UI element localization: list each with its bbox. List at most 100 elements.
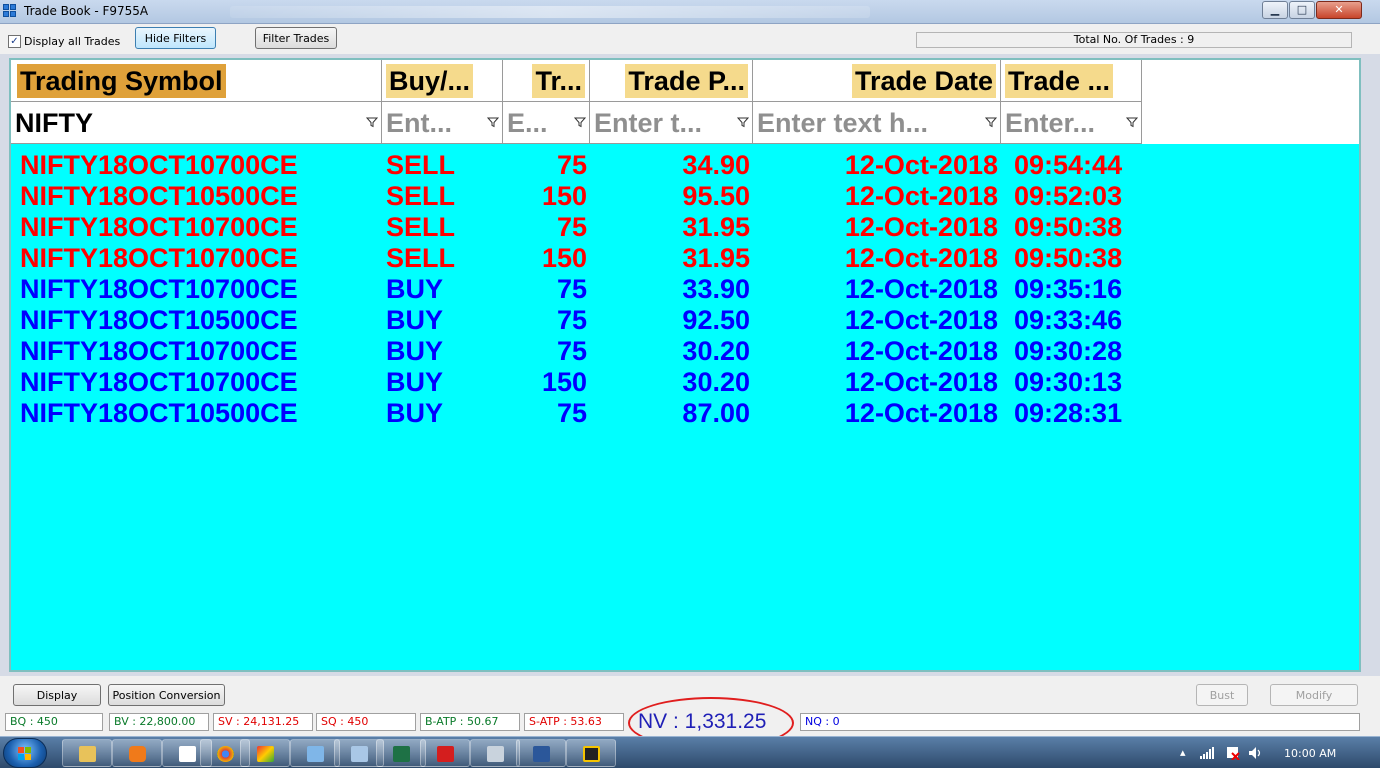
word-icon xyxy=(533,746,550,762)
filter-trade-qty[interactable]: E... xyxy=(503,102,590,144)
folder-icon xyxy=(79,746,96,762)
funnel-icon[interactable] xyxy=(487,116,499,128)
status-satp: S-ATP : 53.63 xyxy=(524,713,624,731)
column-label: Tr... xyxy=(532,64,585,98)
acrobat-icon xyxy=(437,746,454,762)
funnel-icon[interactable] xyxy=(737,116,749,128)
column-header-trade-date[interactable]: Trade Date xyxy=(753,60,1001,102)
chart-app-icon xyxy=(583,746,600,762)
display-button[interactable]: Display xyxy=(13,684,101,706)
modify-button[interactable]: Modify xyxy=(1270,684,1358,706)
blurred-title-area xyxy=(230,6,870,18)
minimize-button[interactable]: ▁ xyxy=(1262,1,1288,19)
app-icon xyxy=(3,4,18,19)
cell-price: 30.20 xyxy=(682,336,750,366)
funnel-icon[interactable] xyxy=(574,116,586,128)
table-row[interactable]: NIFTY18OCT10500CE BUY 75 87.00 12-Oct-20… xyxy=(11,398,1359,429)
cell-price: 30.20 xyxy=(682,367,750,397)
filter-buy-sell[interactable]: Ent... xyxy=(382,102,503,144)
title-bar: Trade Book - F9755A ▁ □ ✕ xyxy=(0,0,1380,24)
taskbar-acrobat[interactable] xyxy=(420,739,470,767)
filter-trade-time[interactable]: Enter... xyxy=(1001,102,1142,144)
cell-time: 09:52:03 xyxy=(1014,181,1123,211)
table-row[interactable]: NIFTY18OCT10500CE BUY 75 92.50 12-Oct-20… xyxy=(11,305,1359,336)
cell-qty: 150 xyxy=(541,181,587,211)
taskbar-explorer[interactable] xyxy=(62,739,112,767)
hide-filters-button[interactable]: Hide Filters xyxy=(135,27,216,49)
funnel-icon[interactable] xyxy=(366,116,378,128)
cell-price: 87.00 xyxy=(682,398,750,428)
filter-value[interactable]: NIFTY xyxy=(15,106,93,140)
filter-placeholder[interactable]: Ent... xyxy=(386,106,452,140)
clock[interactable]: 10:00 AM xyxy=(1284,747,1336,760)
signal-icon[interactable] xyxy=(1200,747,1214,759)
table-row[interactable]: NIFTY18OCT10700CE SELL 150 31.95 12-Oct-… xyxy=(11,243,1359,274)
table-row[interactable]: NIFTY18OCT10700CE BUY 75 30.20 12-Oct-20… xyxy=(11,336,1359,367)
column-label: Trade Date xyxy=(851,64,996,98)
trade-grid[interactable]: Trading Symbol Buy/... Tr... Trade P... … xyxy=(9,58,1361,672)
filter-placeholder[interactable]: Enter text h... xyxy=(757,106,928,140)
cell-qty: 75 xyxy=(556,398,587,428)
position-conversion-button[interactable]: Position Conversion xyxy=(108,684,225,706)
cell-symbol: NIFTY18OCT10700CE xyxy=(20,150,298,180)
taskbar-media-player[interactable] xyxy=(112,739,162,767)
close-button[interactable]: ✕ xyxy=(1316,1,1362,19)
chrome-icon xyxy=(217,746,234,762)
column-header-trading-symbol[interactable]: Trading Symbol xyxy=(11,60,382,102)
table-row[interactable]: NIFTY18OCT10700CE BUY 150 30.20 12-Oct-2… xyxy=(11,367,1359,398)
taskbar-network[interactable] xyxy=(290,739,340,767)
grid-header: Trading Symbol Buy/... Tr... Trade P... … xyxy=(11,60,1359,144)
column-header-trade-price[interactable]: Trade P... xyxy=(590,60,753,102)
filter-trading-symbol[interactable]: NIFTY xyxy=(11,102,382,144)
table-row[interactable]: NIFTY18OCT10500CE SELL 150 95.50 12-Oct-… xyxy=(11,181,1359,212)
cell-date: 12-Oct-2018 xyxy=(844,367,998,397)
system-tray: ▴ xyxy=(1170,737,1380,768)
windows-logo-icon xyxy=(18,747,31,760)
column-header-trade-qty[interactable]: Tr... xyxy=(503,60,590,102)
bust-button[interactable]: Bust xyxy=(1196,684,1248,706)
taskbar-calculator[interactable] xyxy=(470,739,520,767)
filter-placeholder[interactable]: E... xyxy=(507,106,548,140)
cell-date: 12-Oct-2018 xyxy=(844,150,998,180)
calculator-icon xyxy=(487,746,504,762)
funnel-icon[interactable] xyxy=(985,116,997,128)
table-row[interactable]: NIFTY18OCT10700CE BUY 75 33.90 12-Oct-20… xyxy=(11,274,1359,305)
table-row[interactable]: NIFTY18OCT10700CE SELL 75 34.90 12-Oct-2… xyxy=(11,150,1359,181)
filter-placeholder[interactable]: Enter... xyxy=(1005,106,1095,140)
tray-arrow-icon[interactable]: ▴ xyxy=(1180,746,1186,759)
filter-trade-price[interactable]: Enter t... xyxy=(590,102,753,144)
filter-row: NIFTY Ent... E... Enter t... Enter text … xyxy=(11,102,1359,144)
column-label: Trade P... xyxy=(625,64,748,98)
taskbar: ▴ 10:00 AM xyxy=(0,736,1380,768)
column-header-buy-sell[interactable]: Buy/... xyxy=(382,60,503,102)
taskbar-excel[interactable] xyxy=(376,739,426,767)
cell-price: 33.90 xyxy=(682,274,750,304)
funnel-icon[interactable] xyxy=(1126,116,1138,128)
taskbar-trading-app[interactable] xyxy=(240,739,290,767)
maximize-button[interactable]: □ xyxy=(1289,1,1315,19)
cell-symbol: NIFTY18OCT10500CE xyxy=(20,181,298,211)
filter-trade-date[interactable]: Enter text h... xyxy=(753,102,1001,144)
display-all-trades-checkbox[interactable]: ✓ xyxy=(8,35,21,48)
cell-symbol: NIFTY18OCT10700CE xyxy=(20,336,298,366)
filter-placeholder[interactable]: Enter t... xyxy=(594,106,702,140)
start-button[interactable] xyxy=(3,738,47,768)
column-header-trade-time[interactable]: Trade ... xyxy=(1001,60,1142,102)
cell-date: 12-Oct-2018 xyxy=(844,274,998,304)
volume-icon[interactable] xyxy=(1248,746,1264,760)
taskbar-word[interactable] xyxy=(516,739,566,767)
cell-symbol: NIFTY18OCT10700CE xyxy=(20,274,298,304)
cell-symbol: NIFTY18OCT10500CE xyxy=(20,305,298,335)
document-icon xyxy=(179,746,196,762)
table-row[interactable]: NIFTY18OCT10700CE SELL 75 31.95 12-Oct-2… xyxy=(11,212,1359,243)
filter-trades-button[interactable]: Filter Trades xyxy=(255,27,337,49)
cell-qty: 75 xyxy=(556,274,587,304)
status-batp: B-ATP : 50.67 xyxy=(420,713,520,731)
cell-price: 34.90 xyxy=(682,150,750,180)
media-player-icon xyxy=(129,746,146,762)
display-all-trades-checkbox-wrap[interactable]: ✓ Display all Trades xyxy=(8,35,120,48)
action-center-icon[interactable] xyxy=(1226,746,1240,760)
status-sq: SQ : 450 xyxy=(316,713,416,731)
cell-side: BUY xyxy=(386,305,444,335)
taskbar-chart-app[interactable] xyxy=(566,739,616,767)
